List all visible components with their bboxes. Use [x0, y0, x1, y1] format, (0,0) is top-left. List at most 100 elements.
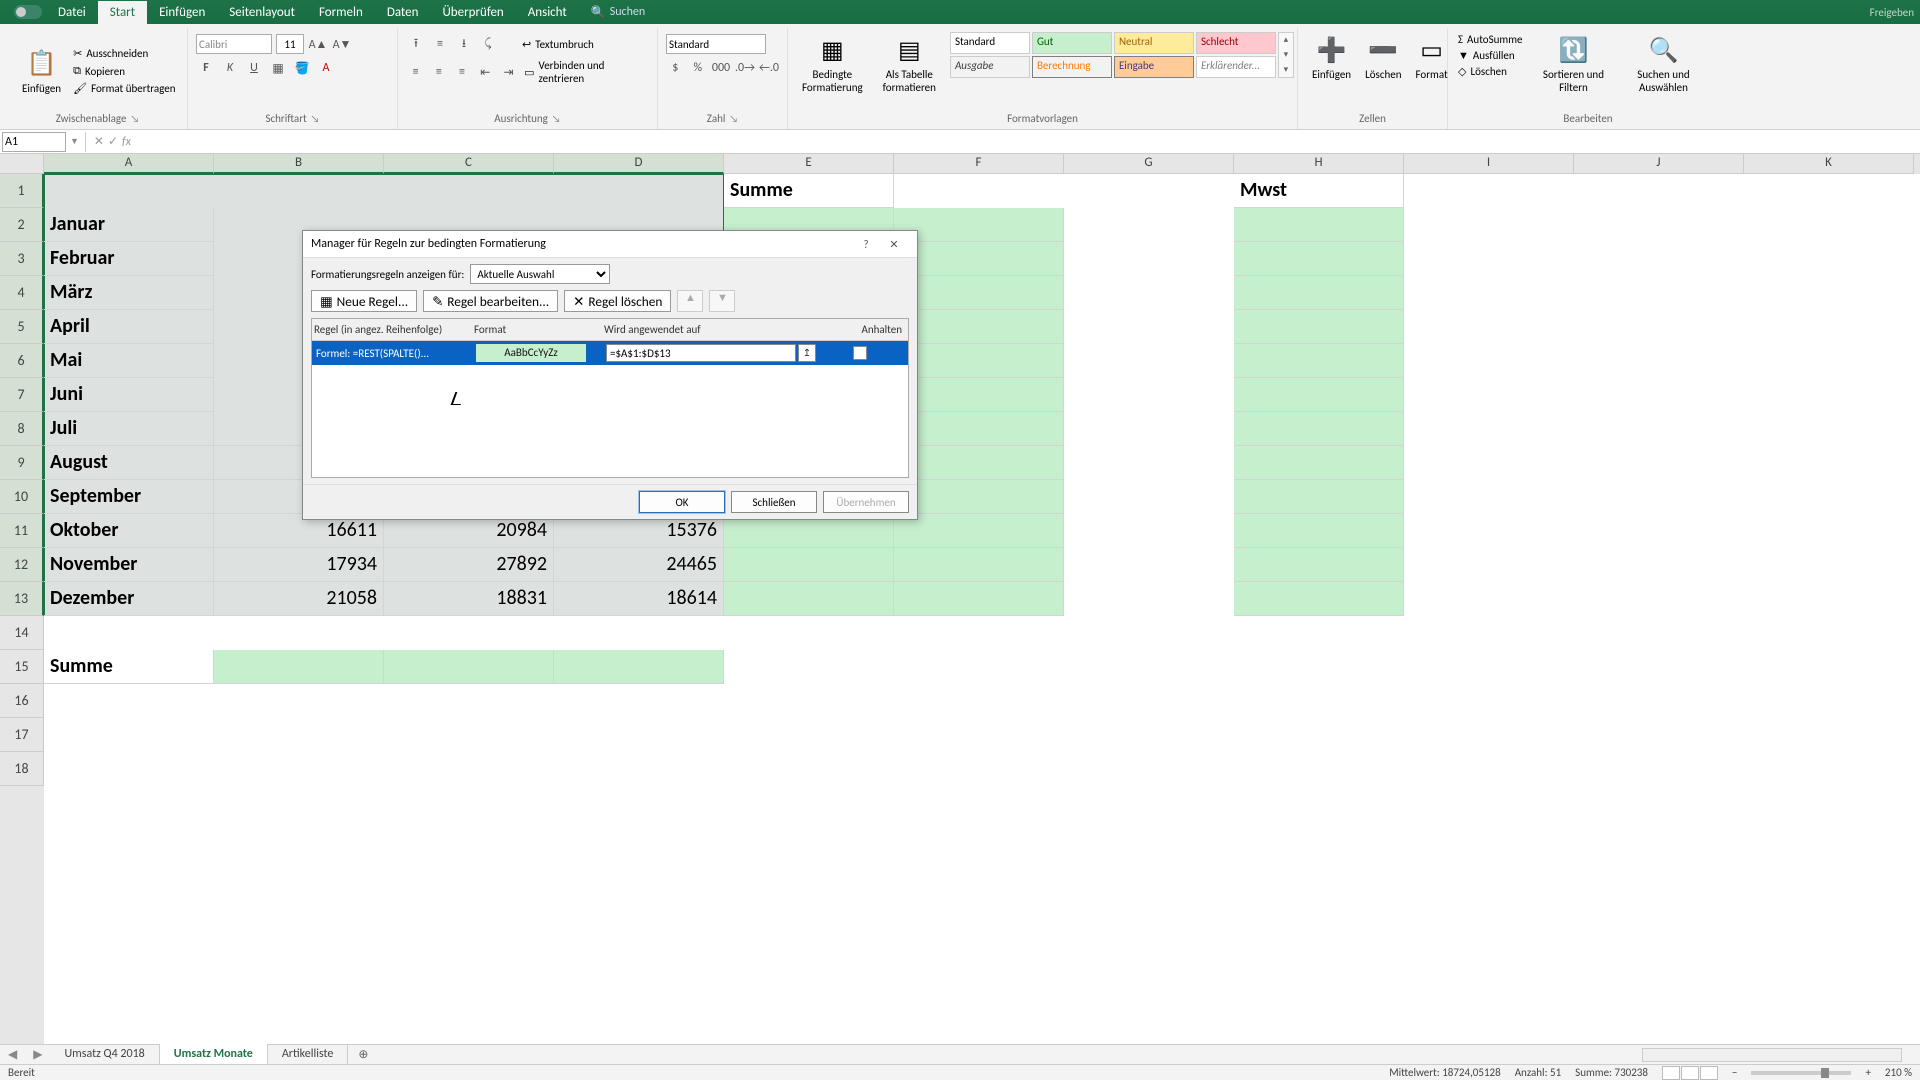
- tell-me-search[interactable]: 🔍 Suchen: [591, 5, 645, 20]
- border-button[interactable]: ▦: [268, 58, 288, 78]
- paste-button[interactable]: 📋 Einfügen: [16, 46, 67, 97]
- cell-style-swatch[interactable]: Schlecht: [1196, 32, 1276, 54]
- ribbon-tab-ansicht[interactable]: Ansicht: [516, 1, 579, 24]
- cell[interactable]: [1234, 242, 1404, 276]
- share-button[interactable]: Freigeben: [1870, 6, 1914, 19]
- fx-icon[interactable]: fx: [122, 135, 131, 149]
- ribbon-tab-überprüfen[interactable]: Überprüfen: [430, 1, 515, 24]
- bold-button[interactable]: F: [196, 58, 216, 78]
- row-header[interactable]: 13: [0, 582, 44, 616]
- cell[interactable]: [1234, 480, 1404, 514]
- help-icon[interactable]: ?: [853, 238, 879, 251]
- ok-button[interactable]: OK: [639, 491, 725, 513]
- row-header[interactable]: 6: [0, 344, 44, 378]
- comma-icon[interactable]: 000: [711, 58, 731, 78]
- dialog-launcher-icon[interactable]: ↘: [729, 112, 738, 125]
- stop-if-true-checkbox[interactable]: [853, 346, 867, 360]
- row-header[interactable]: 2: [0, 208, 44, 242]
- cell[interactable]: [894, 480, 1064, 514]
- column-header[interactable]: K: [1744, 154, 1914, 174]
- cell-style-swatch[interactable]: Erklärender...: [1196, 56, 1276, 78]
- increase-font-icon[interactable]: A▲: [308, 34, 328, 54]
- ribbon-tab-start[interactable]: Start: [98, 1, 147, 24]
- close-button[interactable]: Schließen: [731, 491, 817, 513]
- column-headers[interactable]: ABCDEFGHIJK: [44, 154, 1920, 174]
- new-sheet-button[interactable]: ⊕: [348, 1047, 378, 1062]
- cell-value[interactable]: 18614: [554, 582, 724, 616]
- cell[interactable]: [724, 548, 894, 582]
- row-header[interactable]: 17: [0, 718, 44, 752]
- dialog-launcher-icon[interactable]: ↘: [130, 112, 139, 125]
- zoom-out-icon[interactable]: −: [1732, 1066, 1737, 1079]
- decrease-decimal-icon[interactable]: ←.0: [759, 58, 779, 78]
- column-header[interactable]: E: [724, 154, 894, 174]
- row-header[interactable]: 5: [0, 310, 44, 344]
- cell-value[interactable]: 27892: [384, 548, 554, 582]
- format-as-table-button[interactable]: ▤ Als Tabelle formatieren: [877, 32, 942, 96]
- cell-month[interactable]: November: [44, 548, 214, 582]
- row-header[interactable]: 14: [0, 616, 44, 650]
- sheet-nav-next-icon[interactable]: ▶: [25, 1047, 50, 1062]
- increase-decimal-icon[interactable]: .0→: [735, 58, 755, 78]
- decrease-font-icon[interactable]: A▼: [332, 34, 352, 54]
- merge-center-button[interactable]: ▭Verbinden und zentrieren: [522, 58, 649, 86]
- row-header[interactable]: 12: [0, 548, 44, 582]
- clear-button[interactable]: ◇Löschen: [1456, 64, 1524, 79]
- delete-cells-button[interactable]: ➖Löschen: [1359, 32, 1407, 112]
- format-painter-button[interactable]: 🖌Format übertragen: [71, 81, 177, 96]
- column-header[interactable]: I: [1404, 154, 1574, 174]
- ribbon-tab-seitenlayout[interactable]: Seitenlayout: [217, 1, 307, 24]
- column-header[interactable]: J: [1574, 154, 1744, 174]
- cell[interactable]: [554, 650, 724, 684]
- sort-filter-button[interactable]: 🔃Sortieren und Filtern: [1532, 32, 1614, 112]
- cell[interactable]: [894, 344, 1064, 378]
- column-header[interactable]: H: [1234, 154, 1404, 174]
- row-header[interactable]: 9: [0, 446, 44, 480]
- cell-value[interactable]: 21058: [214, 582, 384, 616]
- currency-icon[interactable]: $: [666, 58, 685, 78]
- cell[interactable]: [1234, 514, 1404, 548]
- ribbon-tab-datei[interactable]: Datei: [46, 1, 98, 24]
- zoom-level[interactable]: 210 %: [1885, 1066, 1912, 1079]
- orientation-icon[interactable]: ⤹: [478, 34, 498, 54]
- row-header[interactable]: 3: [0, 242, 44, 276]
- cell[interactable]: [894, 582, 1064, 616]
- move-up-button[interactable]: ▲: [677, 290, 703, 312]
- align-left-icon[interactable]: ≡: [406, 62, 425, 82]
- row-header[interactable]: 8: [0, 412, 44, 446]
- font-color-button[interactable]: A: [316, 58, 336, 78]
- column-header[interactable]: A: [44, 154, 214, 174]
- sheet-tab[interactable]: Artikelliste: [268, 1044, 349, 1066]
- indent-dec-icon[interactable]: ⇤: [476, 62, 495, 82]
- fill-color-button[interactable]: 🪣: [292, 58, 312, 78]
- cell[interactable]: [894, 412, 1064, 446]
- formula-input[interactable]: [139, 132, 1920, 152]
- cell[interactable]: [1234, 412, 1404, 446]
- horizontal-scrollbar[interactable]: [1642, 1048, 1902, 1062]
- cell[interactable]: [894, 514, 1064, 548]
- dialog-launcher-icon[interactable]: ↘: [311, 112, 320, 125]
- cell-style-swatch[interactable]: Gut: [1032, 32, 1112, 54]
- row-header[interactable]: 11: [0, 514, 44, 548]
- row-header[interactable]: 16: [0, 684, 44, 718]
- autosave-toggle[interactable]: [14, 5, 42, 19]
- cell-month[interactable]: März: [44, 276, 214, 310]
- cell-month[interactable]: Juli: [44, 412, 214, 446]
- align-center-icon[interactable]: ≡: [429, 62, 448, 82]
- align-right-icon[interactable]: ≡: [452, 62, 471, 82]
- row-header[interactable]: 7: [0, 378, 44, 412]
- view-buttons[interactable]: [1662, 1066, 1718, 1080]
- cell-header[interactable]: Summe: [724, 174, 894, 208]
- cell-style-swatch[interactable]: Ausgabe: [950, 56, 1030, 78]
- cell-month[interactable]: Februar: [44, 242, 214, 276]
- align-top-icon[interactable]: ⭱: [406, 34, 426, 54]
- apply-button[interactable]: Übernehmen: [823, 491, 909, 513]
- rule-row[interactable]: Formel: =REST(SPALTE()... AaBbCcYyZz ↥: [312, 341, 908, 365]
- column-header[interactable]: B: [214, 154, 384, 174]
- dialog-launcher-icon[interactable]: ↘: [552, 112, 561, 125]
- sheet-tab[interactable]: Umsatz Monate: [160, 1044, 268, 1066]
- cell-month[interactable]: Dezember: [44, 582, 214, 616]
- cell-style-swatch[interactable]: Neutral: [1114, 32, 1194, 54]
- namebox-dropdown-icon[interactable]: ▼: [66, 136, 83, 147]
- cell[interactable]: [894, 276, 1064, 310]
